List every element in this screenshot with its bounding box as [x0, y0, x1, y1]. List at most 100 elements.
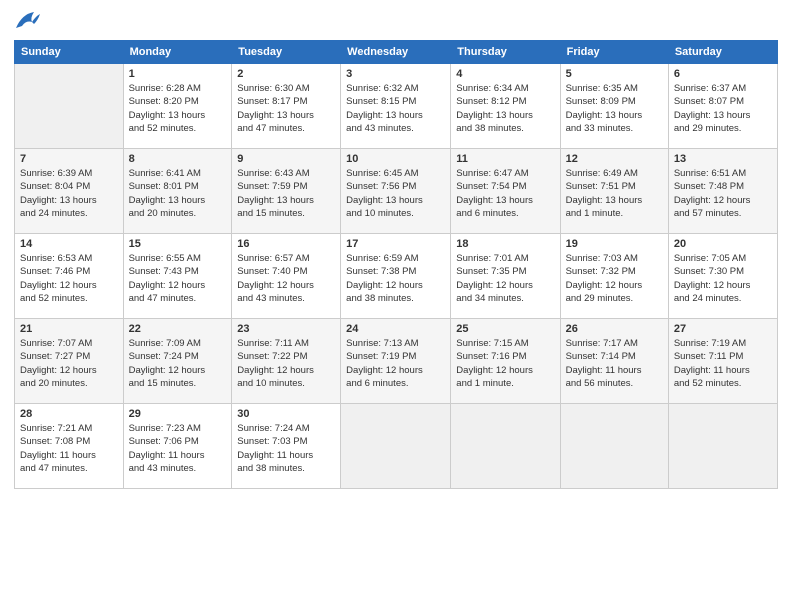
calendar-table: SundayMondayTuesdayWednesdayThursdayFrid…	[14, 40, 778, 489]
calendar-cell	[341, 404, 451, 489]
calendar-cell: 29Sunrise: 7:23 AM Sunset: 7:06 PM Dayli…	[123, 404, 232, 489]
calendar-cell: 12 Sunrise: 6:49 AM Sunset: 7:51 PM Dayli…	[560, 149, 668, 234]
day-number: 23	[237, 323, 335, 335]
calendar-cell	[15, 64, 124, 149]
day-number: 4	[456, 68, 554, 80]
day-info: Sunrise: 7:21 AM Sunset: 7:08 PM Dayligh…	[20, 422, 118, 475]
logo-icon	[14, 10, 42, 32]
day-number: 14	[20, 238, 118, 250]
day-info: Sunrise: 6:43 AM Sunset: 7:59 PM Dayligh…	[237, 167, 335, 220]
day-info: Sunrise: 7:07 AM Sunset: 7:27 PM Dayligh…	[20, 337, 118, 390]
calendar-cell: 2 Sunrise: 6:30 AM Sunset: 8:17 PM Daylig…	[232, 64, 341, 149]
calendar-cell: 18Sunrise: 7:01 AM Sunset: 7:35 PM Dayli…	[451, 234, 560, 319]
day-number: 25	[456, 323, 554, 335]
day-number: 12	[566, 153, 663, 165]
calendar-cell: 19 Sunrise: 7:03 AM Sunset: 7:32 PM Dayli…	[560, 234, 668, 319]
calendar-cell: 3 Sunrise: 6:32 AM Sunset: 8:15 PM Daylig…	[341, 64, 451, 149]
calendar-cell: 20 Sunrise: 7:05 AM Sunset: 7:30 PM Dayli…	[668, 234, 777, 319]
day-info: Sunrise: 6:49 AM Sunset: 7:51 PM Dayligh…	[566, 167, 663, 220]
week-row-5: 28 Sunrise: 7:21 AM Sunset: 7:08 PM Dayli…	[15, 404, 778, 489]
day-number: 7	[20, 153, 118, 165]
day-number: 17	[346, 238, 445, 250]
column-header-thursday: Thursday	[451, 41, 560, 64]
column-header-tuesday: Tuesday	[232, 41, 341, 64]
calendar-cell: 6 Sunrise: 6:37 AM Sunset: 8:07 PM Daylig…	[668, 64, 777, 149]
logo	[14, 10, 46, 32]
day-info: Sunrise: 7:05 AM Sunset: 7:30 PM Dayligh…	[674, 252, 772, 305]
day-info: Sunrise: 6:51 AM Sunset: 7:48 PM Dayligh…	[674, 167, 772, 220]
column-header-friday: Friday	[560, 41, 668, 64]
day-info: Sunrise: 7:13 AM Sunset: 7:19 PM Dayligh…	[346, 337, 445, 390]
column-header-wednesday: Wednesday	[341, 41, 451, 64]
calendar-cell: 1Sunrise: 6:28 AM Sunset: 8:20 PM Daylig…	[123, 64, 232, 149]
day-number: 18	[456, 238, 554, 250]
day-info: Sunrise: 7:03 AM Sunset: 7:32 PM Dayligh…	[566, 252, 663, 305]
day-number: 2	[237, 68, 335, 80]
calendar-cell: 22 Sunrise: 7:09 AM Sunset: 7:24 PM Dayli…	[123, 319, 232, 404]
calendar-cell: 8Sunrise: 6:41 AM Sunset: 8:01 PM Daylig…	[123, 149, 232, 234]
day-number: 28	[20, 408, 118, 420]
calendar-cell: 28 Sunrise: 7:21 AM Sunset: 7:08 PM Dayli…	[15, 404, 124, 489]
day-number: 22	[129, 323, 227, 335]
week-row-2: 7 Sunrise: 6:39 AM Sunset: 8:04 PM Daylig…	[15, 149, 778, 234]
calendar-cell: 7 Sunrise: 6:39 AM Sunset: 8:04 PM Daylig…	[15, 149, 124, 234]
calendar-cell: 27Sunrise: 7:19 AM Sunset: 7:11 PM Dayli…	[668, 319, 777, 404]
calendar-cell: 10Sunrise: 6:45 AM Sunset: 7:56 PM Dayli…	[341, 149, 451, 234]
calendar-cell: 9 Sunrise: 6:43 AM Sunset: 7:59 PM Daylig…	[232, 149, 341, 234]
calendar-cell: 11 Sunrise: 6:47 AM Sunset: 7:54 PM Dayli…	[451, 149, 560, 234]
day-info: Sunrise: 6:34 AM Sunset: 8:12 PM Dayligh…	[456, 82, 554, 135]
day-number: 10	[346, 153, 445, 165]
day-number: 3	[346, 68, 445, 80]
day-info: Sunrise: 6:39 AM Sunset: 8:04 PM Dayligh…	[20, 167, 118, 220]
day-info: Sunrise: 6:59 AM Sunset: 7:38 PM Dayligh…	[346, 252, 445, 305]
day-number: 21	[20, 323, 118, 335]
calendar-cell: 5 Sunrise: 6:35 AM Sunset: 8:09 PM Daylig…	[560, 64, 668, 149]
day-info: Sunrise: 7:24 AM Sunset: 7:03 PM Dayligh…	[237, 422, 335, 475]
day-number: 16	[237, 238, 335, 250]
day-info: Sunrise: 7:11 AM Sunset: 7:22 PM Dayligh…	[237, 337, 335, 390]
calendar-cell: 30 Sunrise: 7:24 AM Sunset: 7:03 PM Dayli…	[232, 404, 341, 489]
day-number: 1	[129, 68, 227, 80]
calendar-cell: 17 Sunrise: 6:59 AM Sunset: 7:38 PM Dayli…	[341, 234, 451, 319]
day-info: Sunrise: 7:23 AM Sunset: 7:06 PM Dayligh…	[129, 422, 227, 475]
day-number: 9	[237, 153, 335, 165]
calendar-cell: 23 Sunrise: 7:11 AM Sunset: 7:22 PM Dayli…	[232, 319, 341, 404]
day-info: Sunrise: 6:30 AM Sunset: 8:17 PM Dayligh…	[237, 82, 335, 135]
day-info: Sunrise: 6:35 AM Sunset: 8:09 PM Dayligh…	[566, 82, 663, 135]
calendar-cell: 4 Sunrise: 6:34 AM Sunset: 8:12 PM Daylig…	[451, 64, 560, 149]
column-header-monday: Monday	[123, 41, 232, 64]
day-info: Sunrise: 6:53 AM Sunset: 7:46 PM Dayligh…	[20, 252, 118, 305]
day-info: Sunrise: 7:15 AM Sunset: 7:16 PM Dayligh…	[456, 337, 554, 390]
week-row-1: 1Sunrise: 6:28 AM Sunset: 8:20 PM Daylig…	[15, 64, 778, 149]
day-number: 11	[456, 153, 554, 165]
day-info: Sunrise: 6:47 AM Sunset: 7:54 PM Dayligh…	[456, 167, 554, 220]
day-number: 5	[566, 68, 663, 80]
day-number: 8	[129, 153, 227, 165]
day-info: Sunrise: 7:17 AM Sunset: 7:14 PM Dayligh…	[566, 337, 663, 390]
day-number: 26	[566, 323, 663, 335]
column-header-saturday: Saturday	[668, 41, 777, 64]
day-number: 30	[237, 408, 335, 420]
header-row: SundayMondayTuesdayWednesdayThursdayFrid…	[15, 41, 778, 64]
calendar-cell	[668, 404, 777, 489]
calendar-cell: 25 Sunrise: 7:15 AM Sunset: 7:16 PM Dayli…	[451, 319, 560, 404]
day-info: Sunrise: 6:32 AM Sunset: 8:15 PM Dayligh…	[346, 82, 445, 135]
calendar-cell	[560, 404, 668, 489]
calendar-cell: 24 Sunrise: 7:13 AM Sunset: 7:19 PM Dayli…	[341, 319, 451, 404]
calendar-cell: 14 Sunrise: 6:53 AM Sunset: 7:46 PM Dayli…	[15, 234, 124, 319]
day-number: 15	[129, 238, 227, 250]
day-info: Sunrise: 7:09 AM Sunset: 7:24 PM Dayligh…	[129, 337, 227, 390]
calendar-cell: 26 Sunrise: 7:17 AM Sunset: 7:14 PM Dayli…	[560, 319, 668, 404]
calendar-cell: 16 Sunrise: 6:57 AM Sunset: 7:40 PM Dayli…	[232, 234, 341, 319]
day-number: 19	[566, 238, 663, 250]
day-number: 6	[674, 68, 772, 80]
day-info: Sunrise: 6:57 AM Sunset: 7:40 PM Dayligh…	[237, 252, 335, 305]
calendar-cell: 21 Sunrise: 7:07 AM Sunset: 7:27 PM Dayli…	[15, 319, 124, 404]
calendar-cell: 15Sunrise: 6:55 AM Sunset: 7:43 PM Dayli…	[123, 234, 232, 319]
calendar-cell: 13Sunrise: 6:51 AM Sunset: 7:48 PM Dayli…	[668, 149, 777, 234]
day-number: 27	[674, 323, 772, 335]
day-number: 24	[346, 323, 445, 335]
day-info: Sunrise: 6:37 AM Sunset: 8:07 PM Dayligh…	[674, 82, 772, 135]
day-number: 20	[674, 238, 772, 250]
week-row-4: 21 Sunrise: 7:07 AM Sunset: 7:27 PM Dayli…	[15, 319, 778, 404]
